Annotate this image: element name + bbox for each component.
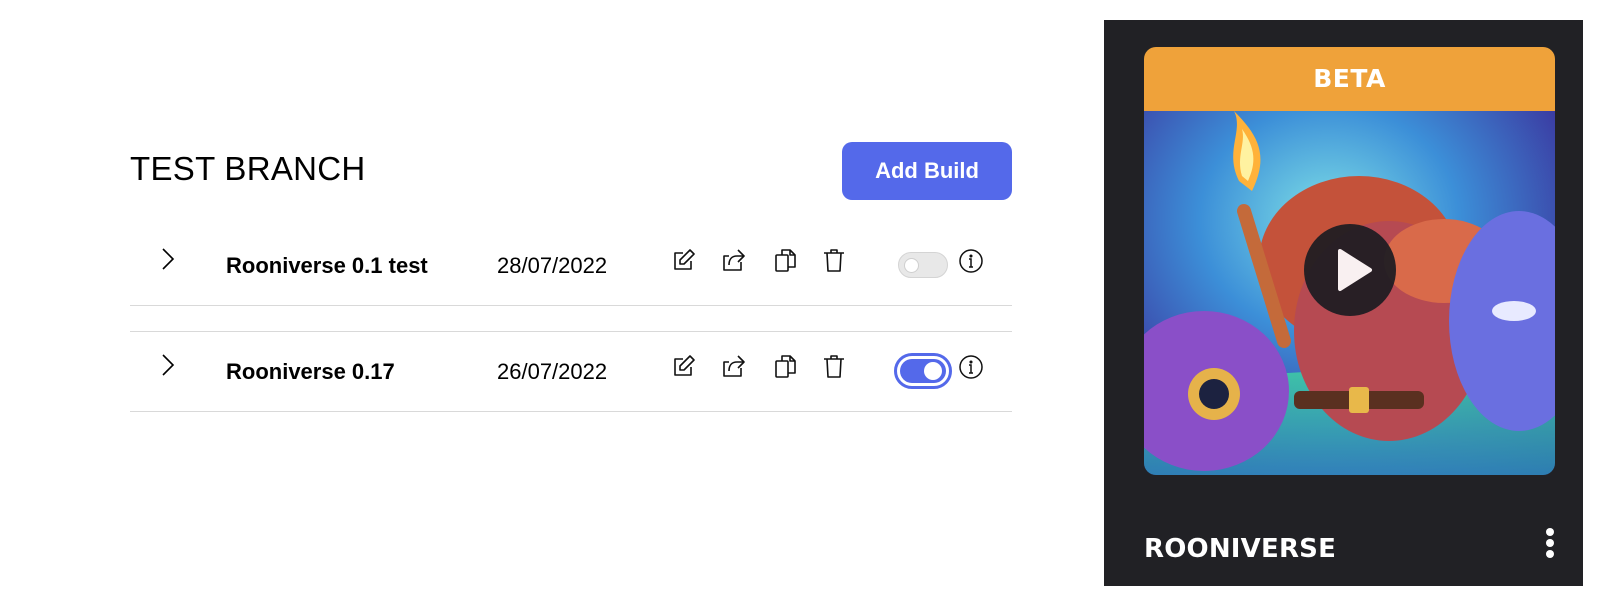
build-row: Rooniverse 0.17 26/07/2022 [130, 331, 1012, 412]
more-vertical-icon[interactable] [1542, 527, 1558, 561]
game-title: ROONIVERSE [1144, 534, 1337, 564]
play-button[interactable] [1304, 224, 1396, 316]
build-toggle[interactable] [894, 353, 952, 389]
edit-icon[interactable] [670, 246, 698, 274]
info-icon[interactable] [958, 248, 984, 274]
build-toggle[interactable] [898, 252, 948, 278]
build-row: Rooniverse 0.1 test 28/07/2022 [130, 226, 1012, 306]
chevron-right-icon[interactable] [156, 350, 180, 380]
chevron-right-icon[interactable] [156, 244, 180, 274]
play-icon [1338, 249, 1372, 291]
game-card: BETA ROONIVERSE [1104, 20, 1583, 586]
game-thumbnail[interactable]: BETA [1144, 47, 1555, 475]
info-icon[interactable] [958, 354, 984, 380]
build-name: Rooniverse 0.1 test [226, 253, 428, 278]
trash-icon[interactable] [820, 246, 848, 274]
copy-icon[interactable] [772, 246, 800, 274]
share-icon[interactable] [720, 352, 748, 380]
edit-icon[interactable] [670, 352, 698, 380]
build-date: 28/07/2022 [497, 253, 608, 278]
beta-badge: BETA [1144, 47, 1555, 111]
add-build-button[interactable]: Add Build [842, 142, 1012, 200]
build-date: 26/07/2022 [497, 359, 608, 384]
branch-title: TEST BRANCH [130, 150, 366, 187]
trash-icon[interactable] [820, 352, 848, 380]
copy-icon[interactable] [772, 352, 800, 380]
share-icon[interactable] [720, 246, 748, 274]
build-name: Rooniverse 0.17 [226, 359, 395, 384]
